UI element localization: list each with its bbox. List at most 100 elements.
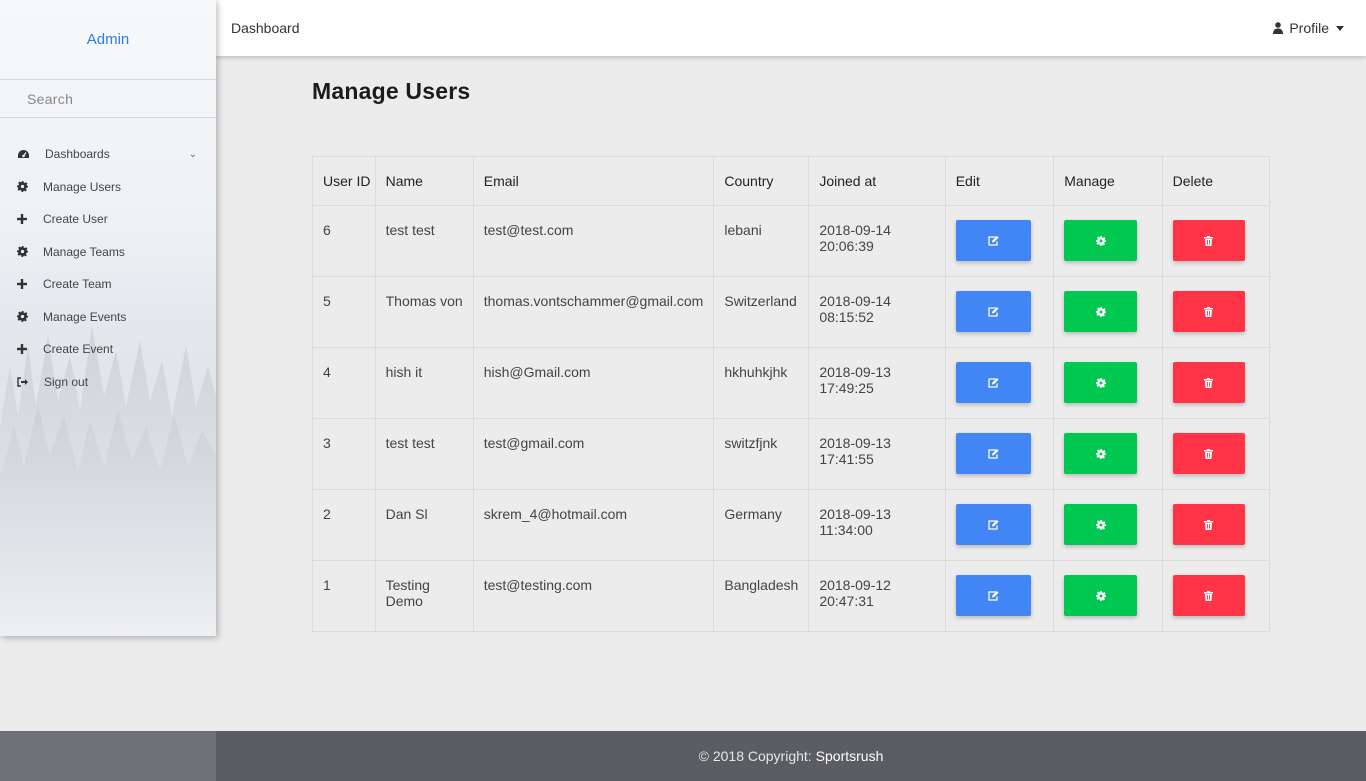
cell-user-id: 2 — [312, 489, 376, 561]
table-body: 6 test test test@test.com lebani 2018-09… — [312, 205, 1271, 632]
delete-button[interactable] — [1172, 291, 1245, 332]
cell-user-id: 6 — [312, 205, 376, 277]
cell-country: Switzerland — [713, 276, 810, 348]
caret-down-icon — [1336, 25, 1344, 31]
cell-edit — [944, 347, 1055, 419]
sidebar-item-label: Create User — [43, 212, 108, 227]
manage-button[interactable] — [1064, 291, 1138, 332]
cell-email: test@test.com — [472, 205, 715, 277]
cell-email: test@testing.com — [472, 560, 715, 632]
cell-delete — [1161, 489, 1271, 561]
sidebar-nav: Dashboards ⌄ Manage Users Create User Ma… — [0, 118, 216, 398]
footer-link[interactable]: Sportsrush — [816, 748, 884, 764]
sidebar-item-label: Create Event — [43, 342, 114, 357]
cell-joined-at: 2018-09-12 20:47:31 — [808, 560, 946, 632]
table-row: 3 test test test@gmail.com switzfjnk 201… — [312, 418, 1271, 490]
cell-manage — [1053, 418, 1163, 490]
trash-icon — [1204, 377, 1214, 388]
delete-button[interactable] — [1172, 433, 1245, 474]
cell-email: test@gmail.com — [472, 418, 715, 490]
breadcrumb[interactable]: Dashboard — [231, 20, 300, 36]
cell-country: switzfjnk — [713, 418, 810, 490]
edit-button[interactable] — [955, 291, 1031, 332]
cell-delete — [1161, 276, 1271, 348]
delete-button[interactable] — [1172, 362, 1245, 403]
column-header: Name — [374, 156, 474, 206]
cell-manage — [1053, 276, 1163, 348]
table-row: 2 Dan Sl skrem_4@hotmail.com Germany 201… — [312, 489, 1271, 561]
trash-icon — [1204, 519, 1214, 530]
cell-user-id: 1 — [312, 560, 376, 632]
cell-joined-at: 2018-09-14 08:15:52 — [808, 276, 946, 348]
column-header: Joined at — [808, 156, 946, 206]
sidebar-item-manage-teams[interactable]: Manage Teams — [0, 236, 216, 269]
delete-button[interactable] — [1172, 504, 1245, 545]
column-header: User ID — [312, 156, 376, 206]
cell-manage — [1053, 347, 1163, 419]
cell-name: test test — [374, 418, 474, 490]
edit-icon — [988, 448, 999, 459]
users-table: User ID Name Email Country Joined at Edi… — [312, 156, 1271, 632]
column-header: Email — [472, 156, 715, 206]
brand-title[interactable]: Admin — [0, 0, 216, 80]
cell-manage — [1053, 205, 1163, 277]
cell-email: hish@Gmail.com — [472, 347, 715, 419]
gear-icon — [1095, 235, 1106, 246]
edit-button[interactable] — [955, 433, 1031, 474]
edit-icon — [988, 235, 999, 246]
manage-button[interactable] — [1064, 504, 1138, 545]
cell-edit — [944, 489, 1055, 561]
cell-edit — [944, 560, 1055, 632]
manage-button[interactable] — [1064, 433, 1138, 474]
sidebar-item-create-event[interactable]: Create Event — [0, 333, 216, 366]
sidebar-item-manage-users[interactable]: Manage Users — [0, 171, 216, 204]
manage-button[interactable] — [1064, 220, 1138, 261]
cell-country: Bangladesh — [713, 560, 810, 632]
edit-button[interactable] — [955, 504, 1031, 545]
footer-left-panel — [0, 731, 216, 781]
cell-joined-at: 2018-09-13 11:34:00 — [808, 489, 946, 561]
edit-icon — [988, 590, 999, 601]
gear-icon — [1095, 448, 1106, 459]
trash-icon — [1204, 590, 1214, 601]
cell-joined-at: 2018-09-14 20:06:39 — [808, 205, 946, 277]
sign-out-icon — [17, 377, 43, 387]
edit-icon — [988, 519, 999, 530]
delete-button[interactable] — [1172, 575, 1245, 616]
plus-icon — [17, 344, 43, 355]
edit-button[interactable] — [955, 575, 1031, 616]
sidebar-item-manage-events[interactable]: Manage Events — [0, 301, 216, 334]
chevron-down-icon[interactable]: ⌄ — [189, 149, 197, 160]
trash-icon — [1204, 448, 1214, 459]
sidebar-item-label: Manage Teams — [43, 244, 125, 259]
table-row: 4 hish it hish@Gmail.com hkhuhkjhk 2018-… — [312, 347, 1271, 419]
manage-button[interactable] — [1064, 362, 1138, 403]
profile-label: Profile — [1289, 20, 1329, 36]
cell-name: test test — [374, 205, 474, 277]
footer: © 2018 Copyright: Sportsrush — [216, 731, 1366, 781]
table-header-row: User ID Name Email Country Joined at Edi… — [312, 156, 1271, 206]
sidebar-item-label: Sign out — [44, 374, 89, 389]
cell-joined-at: 2018-09-13 17:41:55 — [808, 418, 946, 490]
column-header: Edit — [944, 156, 1055, 206]
sidebar-item-dashboards[interactable]: Dashboards ⌄ — [0, 138, 216, 171]
sidebar-item-create-team[interactable]: Create Team — [0, 268, 216, 301]
edit-button[interactable] — [955, 220, 1031, 261]
search-input[interactable]: Search — [0, 80, 216, 118]
table-row: 5 Thomas von thomas.vontschammer@gmail.c… — [312, 276, 1271, 348]
sidebar-item-create-user[interactable]: Create User — [0, 203, 216, 236]
gear-icon — [17, 181, 43, 193]
cell-name: Testing Demo — [374, 560, 474, 632]
edit-button[interactable] — [955, 362, 1031, 403]
manage-button[interactable] — [1064, 575, 1138, 616]
sidebar-item-sign-out[interactable]: Sign out — [0, 366, 216, 399]
delete-button[interactable] — [1172, 220, 1245, 261]
main-content: Manage Users User ID Name Email Country … — [312, 78, 1271, 632]
gear-icon — [17, 246, 43, 258]
sidebar-item-label: Manage Events — [43, 309, 127, 324]
cell-manage — [1053, 489, 1163, 561]
profile-dropdown[interactable]: Profile — [1273, 20, 1344, 36]
cell-name: Thomas von — [374, 276, 474, 348]
cell-user-id: 4 — [312, 347, 376, 419]
cell-delete — [1161, 205, 1271, 277]
